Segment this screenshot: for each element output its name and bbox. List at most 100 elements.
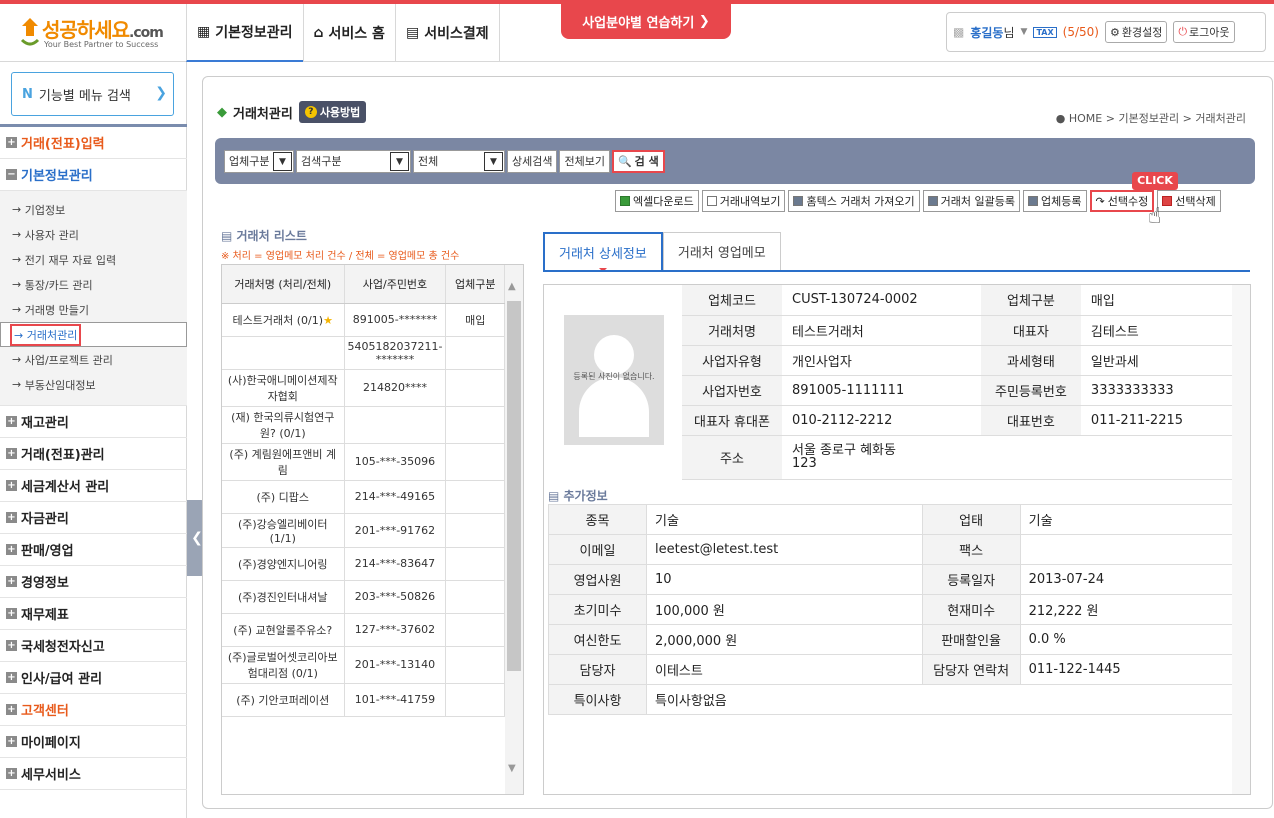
delete-selected-button[interactable]: 선택삭제 (1157, 190, 1221, 212)
scroll-thumb[interactable] (507, 301, 521, 671)
scroll-up-icon[interactable]: ▲ (508, 281, 516, 292)
table-row[interactable]: 5405182037211-******* (222, 336, 505, 370)
sidebar-item[interactable]: + 마이페이지 (0, 726, 187, 758)
logo-mark-icon (20, 18, 40, 46)
n-logo-icon: N (22, 86, 33, 102)
client-type-cell (445, 480, 505, 514)
column-header[interactable]: 업체구분 (445, 265, 505, 304)
table-row[interactable]: (주) 교현알롤주유소? 127-***-37602 (222, 613, 505, 647)
detail-value: 매입 (1080, 285, 1234, 316)
tab-client-detail[interactable]: 거래처 상세정보 (543, 232, 663, 272)
sidebar-item[interactable]: + 세무서비스 (0, 758, 187, 790)
submenu-item-selected[interactable]: → 거래처관리 (0, 322, 187, 347)
sidebar-item[interactable]: + 경영정보 (0, 566, 187, 598)
detail-label: 대표자 (980, 315, 1081, 346)
scroll-down-icon[interactable]: ▼ (508, 763, 516, 774)
table-row[interactable]: (주)강승엘리베이터 (1/1) 201-***-91762 (222, 513, 505, 548)
action-label: 선택수정 (1107, 195, 1149, 208)
client-name-cell[interactable]: (주)강승엘리베이터 (1/1) (222, 513, 345, 548)
submenu-item[interactable]: → 사용자 관리 (0, 222, 187, 247)
nav-service-home[interactable]: ⌂ 서비스 홈 (302, 4, 395, 62)
nav-payment[interactable]: ▤ 서비스결제 (394, 4, 500, 62)
avatar-head (594, 335, 634, 375)
sidebar-item-label: 세무서비스 (21, 768, 81, 783)
submenu-item[interactable]: → 거래명 만들기 (0, 297, 187, 322)
table-row[interactable]: 테스트거래처 (0/1)★ 891005-******* 매입 (222, 303, 505, 337)
business-number-cell: 214-***-83647 (344, 547, 447, 581)
client-name-cell[interactable]: (주)경진인터내셔날 (222, 580, 345, 614)
column-header[interactable]: 거래처명 (처리/전체) (222, 265, 345, 304)
client-name-cell[interactable]: (주) 계림원에프앤비 계림 (222, 443, 345, 481)
register-button[interactable]: 업체등록 (1023, 190, 1087, 212)
table-row[interactable]: (주) 기안코퍼레이션 101-***-41759 (222, 683, 505, 717)
sidebar-item[interactable]: + 세금계산서 관리 (0, 470, 187, 502)
excel-download-button[interactable]: 엑셀다운로드 (615, 190, 699, 212)
sidebar-item[interactable]: + 국세청전자신고 (0, 630, 187, 662)
practice-button[interactable]: 사업분야별 연습하기 ❯ (561, 4, 731, 39)
logout-button[interactable]: ⏻ 로그아웃 (1173, 21, 1235, 43)
function-search-button[interactable]: N 기능별 메뉴 검색 ❯ (11, 72, 174, 116)
client-name-cell[interactable]: 테스트거래처 (0/1)★ (222, 303, 345, 337)
sidebar-item[interactable]: + 자금관리 (0, 502, 187, 534)
submenu-item[interactable]: → 전기 재무 자료 입력 (0, 247, 187, 272)
logo[interactable]: 성공하세요.com Your Best Partner to Success (18, 14, 178, 54)
sidebar-item-support[interactable]: + 고객센터 (0, 694, 187, 726)
client-name-cell[interactable]: (주) 교현알롤주유소? (222, 613, 345, 647)
search-button[interactable]: 🔍 검 색 (611, 149, 665, 173)
extra-value: 100,000 원 (646, 594, 923, 625)
table-row[interactable]: (주)경양엔지니어링 214-***-83647 (222, 547, 505, 581)
list-title: ▤ 거래처 리스트 (221, 229, 307, 243)
hometax-import-button[interactable]: 홈텍스 거래처 가져오기 (788, 190, 920, 212)
nav-basic-info[interactable]: ▦ 기본정보관리 (186, 4, 303, 62)
submenu-item[interactable]: → 기업정보 (0, 197, 187, 222)
detail-tabs: 거래처 상세정보 거래처 영업메모 (543, 232, 781, 272)
filter-select[interactable]: 전체 ▼ (413, 149, 505, 173)
client-name-cell[interactable]: (사)한국애니메이션제작자협회 (222, 369, 345, 407)
sidebar-item[interactable]: + 거래(전표)관리 (0, 438, 187, 470)
tab-sales-memo[interactable]: 거래처 영업메모 (662, 232, 781, 270)
table-row[interactable]: (주) 계림원에프앤비 계림 105-***-35096 (222, 443, 505, 481)
business-number-cell (344, 406, 447, 444)
help-button[interactable]: ? 사용방법 (298, 101, 367, 123)
sidebar-item-transaction-input[interactable]: + 거래(전표)입력 (0, 127, 187, 159)
edit-selected-button[interactable]: ↷ 선택수정 (1089, 190, 1155, 212)
column-header[interactable]: 사업/주민번호 (344, 265, 447, 304)
submenu-item[interactable]: → 사업/프로젝트 관리 (0, 347, 187, 372)
detail-search-button[interactable]: 상세검색 (507, 149, 558, 173)
business-number-cell: 891005-******* (344, 303, 447, 337)
dropdown-icon[interactable]: ▼ (1021, 27, 1028, 37)
sidebar-item[interactable]: + 재무제표 (0, 598, 187, 630)
client-name-cell[interactable]: (주) 기안코퍼레이션 (222, 683, 345, 717)
list-scrollbar[interactable]: ▲ ▼ (505, 265, 523, 794)
submenu-item[interactable]: → 부동산임대정보 (0, 372, 187, 397)
type-select[interactable]: 업체구분 ▼ (224, 149, 294, 173)
sidebar-item[interactable]: + 인사/급여 관리 (0, 662, 187, 694)
extra-value: 0.0 % (1019, 624, 1236, 655)
client-name-cell[interactable]: (주)글로벌어셋코리아보험대리점 (0/1) (222, 646, 345, 684)
extra-value: 2013-07-24 (1019, 564, 1236, 595)
table-row[interactable]: (사)한국애니메이션제작자협회 214820**** (222, 369, 505, 407)
sidebar-item-basic-info[interactable]: − 기본정보관리 (0, 159, 187, 191)
search-type-select[interactable]: 검색구분 ▼ (296, 149, 411, 173)
client-name-cell[interactable]: (재) 한국의류시험연구원? (0/1) (222, 406, 345, 444)
search-bar: 업체구분 ▼ 검색구분 ▼ 전체 ▼ 상세검색 전체보기 🔍 검 색 (215, 138, 1255, 184)
settings-button[interactable]: ⚙ 환경설정 (1104, 21, 1168, 43)
user-name[interactable]: 홍길동 (970, 26, 1003, 40)
show-all-button[interactable]: 전체보기 (559, 149, 610, 173)
no-photo-text: 등록된 사진이 없습니다. (573, 372, 655, 381)
top-nav: ▦ 기본정보관리 ⌂ 서비스 홈 ▤ 서비스결제 (186, 4, 500, 62)
submenu-item[interactable]: → 통장/카드 관리 (0, 272, 187, 297)
client-name-cell[interactable] (222, 336, 345, 370)
table-row[interactable]: (주)경진인터내셔날 203-***-50826 (222, 580, 505, 614)
client-name-cell[interactable]: (주) 디팝스 (222, 480, 345, 514)
extra-label: 이메일 (548, 534, 647, 565)
table-row[interactable]: (주) 디팝스 214-***-49165 (222, 480, 505, 514)
transaction-history-button[interactable]: 거래내역보기 (701, 190, 786, 212)
sidebar-item[interactable]: + 판매/영업 (0, 534, 187, 566)
sidebar-item[interactable]: + 재고관리 (0, 406, 187, 438)
table-row[interactable]: (재) 한국의류시험연구원? (0/1) (222, 406, 505, 444)
client-name-cell[interactable]: (주)경양엔지니어링 (222, 547, 345, 581)
table-row[interactable]: (주)글로벌어셋코리아보험대리점 (0/1) 201-***-13140 (222, 646, 505, 684)
detail-scrollbar[interactable] (1232, 285, 1250, 794)
bulk-register-button[interactable]: 거래처 일괄등록 (922, 190, 1021, 212)
